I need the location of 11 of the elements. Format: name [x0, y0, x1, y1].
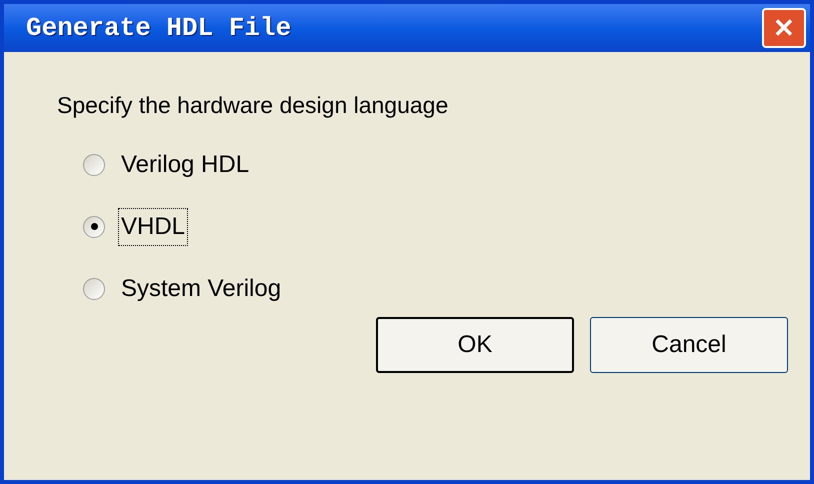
- window-title: Generate HDL File: [26, 12, 292, 44]
- close-button[interactable]: ✕: [762, 8, 806, 48]
- radio-button[interactable]: [83, 216, 105, 238]
- dialog-button[interactable]: OK: [376, 316, 574, 372]
- option-label[interactable]: Verilog HDL: [119, 146, 252, 182]
- dialog-button[interactable]: Cancel: [590, 316, 788, 372]
- option-label[interactable]: System Verilog: [119, 270, 284, 306]
- option-label[interactable]: VHDL: [119, 208, 188, 244]
- radio-button[interactable]: [83, 278, 105, 300]
- radio-button[interactable]: [83, 154, 105, 176]
- prompt-text: Specify the hardware design language: [57, 91, 450, 120]
